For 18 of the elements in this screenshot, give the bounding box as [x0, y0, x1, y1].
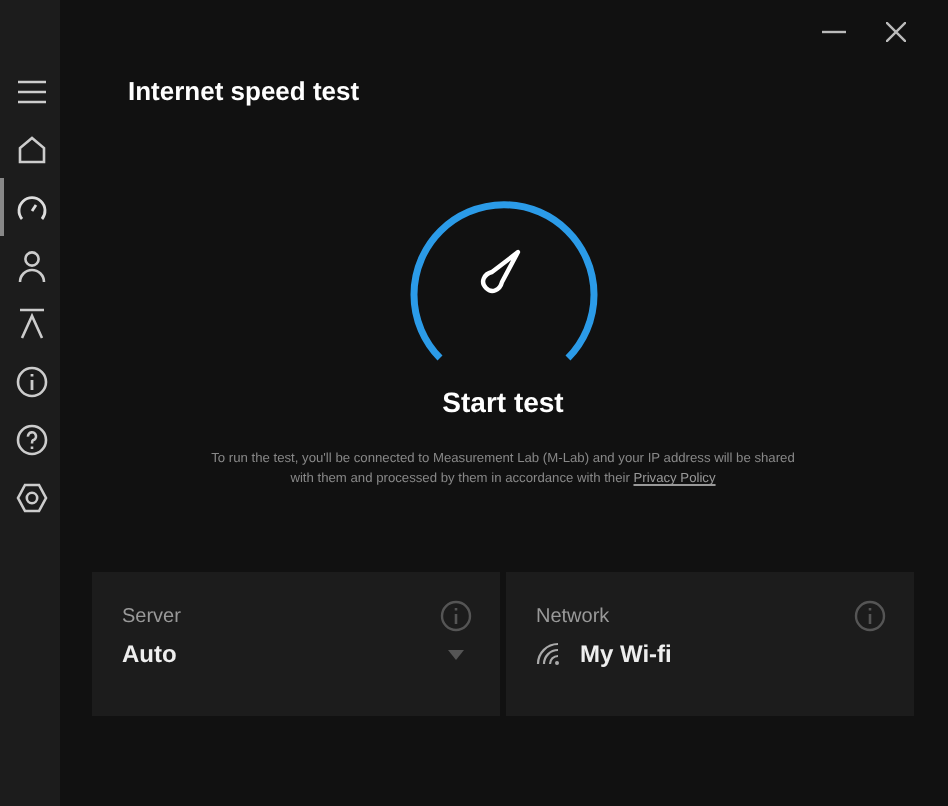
- close-icon: [886, 22, 906, 42]
- start-test-button[interactable]: Start test: [434, 382, 572, 422]
- minimize-icon: [822, 30, 846, 34]
- page-title: Internet speed test: [128, 76, 362, 106]
- server-dropdown[interactable]: Auto: [122, 640, 472, 668]
- caret-icon: [448, 649, 464, 659]
- help-icon: [16, 423, 48, 455]
- card-label: Network: [536, 605, 610, 627]
- settings-icon: [16, 481, 48, 513]
- upload-icon: [18, 307, 46, 339]
- wifi-icon: [536, 642, 564, 666]
- info-icon: [16, 365, 48, 397]
- card-label: Server: [122, 605, 181, 627]
- menu-icon: [18, 79, 46, 103]
- speedometer-icon: [16, 193, 48, 221]
- network-name: My Wi-fi: [580, 640, 672, 668]
- person-icon: [18, 249, 46, 281]
- home-icon: [18, 135, 46, 163]
